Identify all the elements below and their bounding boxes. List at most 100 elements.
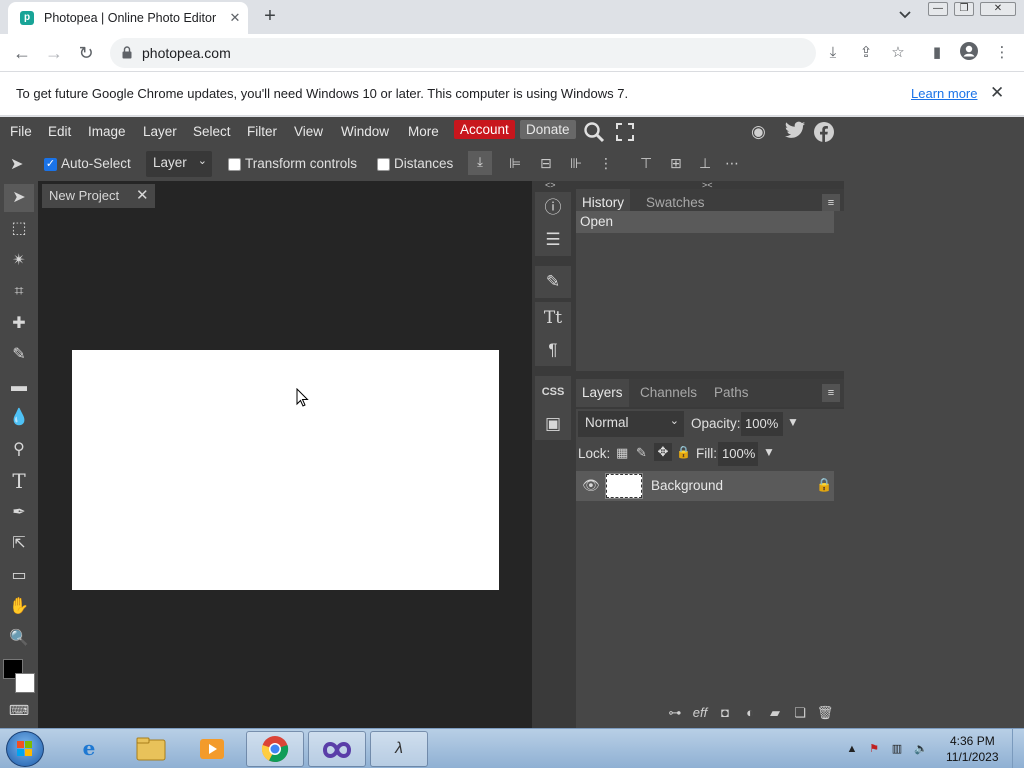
chrome-menu-icon[interactable]: ⋮ [991,42,1013,64]
install-app-icon[interactable]: ⤓ [822,42,844,64]
profile-avatar-icon[interactable] [958,42,980,64]
panel-menu-icon[interactable]: ≡ [822,194,840,212]
action-center-flag-icon[interactable]: ⚑ [866,741,882,757]
paragraph-icon[interactable]: ¶ [535,334,571,366]
learn-more-link[interactable]: Learn more [911,86,977,101]
keyboard-icon[interactable]: ⌨ [4,696,34,724]
bookmark-star-icon[interactable]: ☆ [887,42,909,64]
tab-layers[interactable]: Layers [576,379,629,407]
align-top-icon[interactable]: ⊤ [640,155,652,172]
fill-dropdown-arrow-icon[interactable]: ▼ [763,445,775,459]
clock-time[interactable]: 4:36 PM [950,734,995,748]
menu-filter[interactable]: Filter [247,123,277,143]
tab-channels[interactable]: Channels [634,379,703,407]
magic-wand-tool-icon[interactable]: ✴ [4,247,34,275]
gradient-tool-icon[interactable]: ▬ [4,373,34,401]
crop-tool-icon[interactable]: ⌗ [4,278,34,306]
rectangle-tool-icon[interactable]: ▭ [4,562,34,590]
internet-explorer-icon[interactable]: e [60,731,118,767]
opacity-dropdown-arrow-icon[interactable]: ▼ [787,415,799,429]
new-tab-button[interactable]: + [258,5,282,29]
lambda-app-icon[interactable]: λ [370,731,428,767]
menu-select[interactable]: Select [193,123,231,143]
lock-all-icon[interactable]: 🔒 [676,445,691,459]
align-middle-icon[interactable]: ⊞ [670,155,682,172]
pen-tool-icon[interactable]: ✒ [4,499,34,527]
reload-button[interactable]: ↻ [73,40,99,66]
info-icon[interactable]: ⓘ [535,192,571,224]
menu-window[interactable]: Window [341,123,389,143]
add-mask-icon[interactable]: ◘ [714,705,736,720]
history-entry[interactable]: Open [576,211,834,233]
twitter-icon[interactable] [784,121,806,144]
brush-tool-icon[interactable]: ✎ [4,341,34,369]
opacity-input[interactable]: 100% [741,412,783,436]
chrome-taskbar-icon[interactable] [246,731,304,767]
delete-layer-trash-icon[interactable]: 🗑 [814,705,836,721]
menu-layer[interactable]: Layer [143,123,177,143]
download-icon[interactable]: ⤓ [468,151,492,175]
volume-icon[interactable]: 🔈 [913,741,929,757]
reddit-icon[interactable]: ◉ [751,122,766,142]
text-tool-icon[interactable]: T [4,467,34,495]
distances-checkbox[interactable] [377,158,390,171]
show-desktop-button[interactable] [1012,729,1024,768]
visual-studio-icon[interactable] [308,731,366,767]
minimize-button[interactable]: — [928,2,948,16]
distribute-vertical-icon[interactable]: ⋯ [725,155,739,172]
close-window-button[interactable]: ✕ [980,2,1016,16]
zoom-tool-icon[interactable]: 🔍 [4,625,34,653]
panel-menu-icon[interactable]: ≡ [822,384,840,402]
blend-mode-dropdown[interactable]: Normal ⌄ [578,411,684,437]
align-center-icon[interactable]: ⊟ [540,155,552,172]
browser-tab[interactable]: p Photopea | Online Photo Editor ✕ [8,2,248,34]
media-player-icon[interactable] [183,731,241,767]
lock-icon[interactable] [122,46,132,59]
collapse-arrows-icon[interactable]: <> [545,180,556,190]
donate-button[interactable]: Donate [520,120,576,139]
tab-paths[interactable]: Paths [708,379,755,407]
close-document-icon[interactable]: ✕ [136,186,149,204]
url-text[interactable]: photopea.com [142,45,231,61]
clock-date[interactable]: 11/1/2023 [946,750,999,764]
document-tab[interactable]: New Project ✕ [42,184,155,208]
new-layer-icon[interactable]: ❏ [789,705,811,721]
align-bottom-icon[interactable]: ⊥ [699,155,711,172]
file-explorer-icon[interactable] [122,731,180,767]
facebook-icon[interactable] [814,122,834,145]
link-layers-icon[interactable]: ⊶ [664,705,686,721]
show-hidden-icons[interactable]: ▲ [844,741,860,757]
adjustment-layer-icon[interactable]: ◐ [739,705,761,720]
css-icon[interactable]: CSS [535,376,571,408]
side-panel-icon[interactable]: ▮ [926,42,948,64]
tab-search-icon[interactable] [895,7,915,27]
layer-row[interactable]: 👁 Background 🔒 [576,471,834,501]
align-left-icon[interactable]: ⊫ [509,155,521,172]
brush-settings-icon[interactable]: ✎ [535,266,571,298]
background-color-swatch[interactable] [15,673,35,693]
fullscreen-icon[interactable] [616,123,634,144]
distribute-horizontal-icon[interactable]: ⋮ [599,155,613,172]
blur-tool-icon[interactable]: 💧 [4,404,34,432]
infobar-close-icon[interactable]: ✕ [990,83,1004,103]
back-button[interactable]: ← [9,40,35,66]
layer-effects-icon[interactable]: eff [689,705,711,720]
forward-button[interactable]: → [41,40,67,66]
search-icon[interactable] [583,121,605,146]
close-tab-icon[interactable]: ✕ [226,9,244,27]
transform-controls-checkbox[interactable] [228,158,241,171]
align-right-icon[interactable]: ⊪ [570,155,582,172]
network-icon[interactable]: ▥ [889,741,905,757]
lock-position-icon[interactable]: ✥ [654,443,672,461]
new-group-folder-icon[interactable]: ▰ [764,705,786,721]
menu-view[interactable]: View [294,123,323,143]
adjustments-icon[interactable]: ☰ [535,224,571,256]
auto-select-checkbox[interactable]: ✓ [44,158,57,171]
hand-tool-icon[interactable]: ✋ [4,593,34,621]
menu-more[interactable]: More [408,123,439,143]
marquee-tool-icon[interactable]: ⬚ [4,215,34,243]
character-icon[interactable]: Tt [535,302,571,334]
document-canvas[interactable] [72,350,499,590]
auto-select-target-dropdown[interactable]: Layer ⌄ [146,151,212,177]
address-bar[interactable]: photopea.com [110,38,816,68]
